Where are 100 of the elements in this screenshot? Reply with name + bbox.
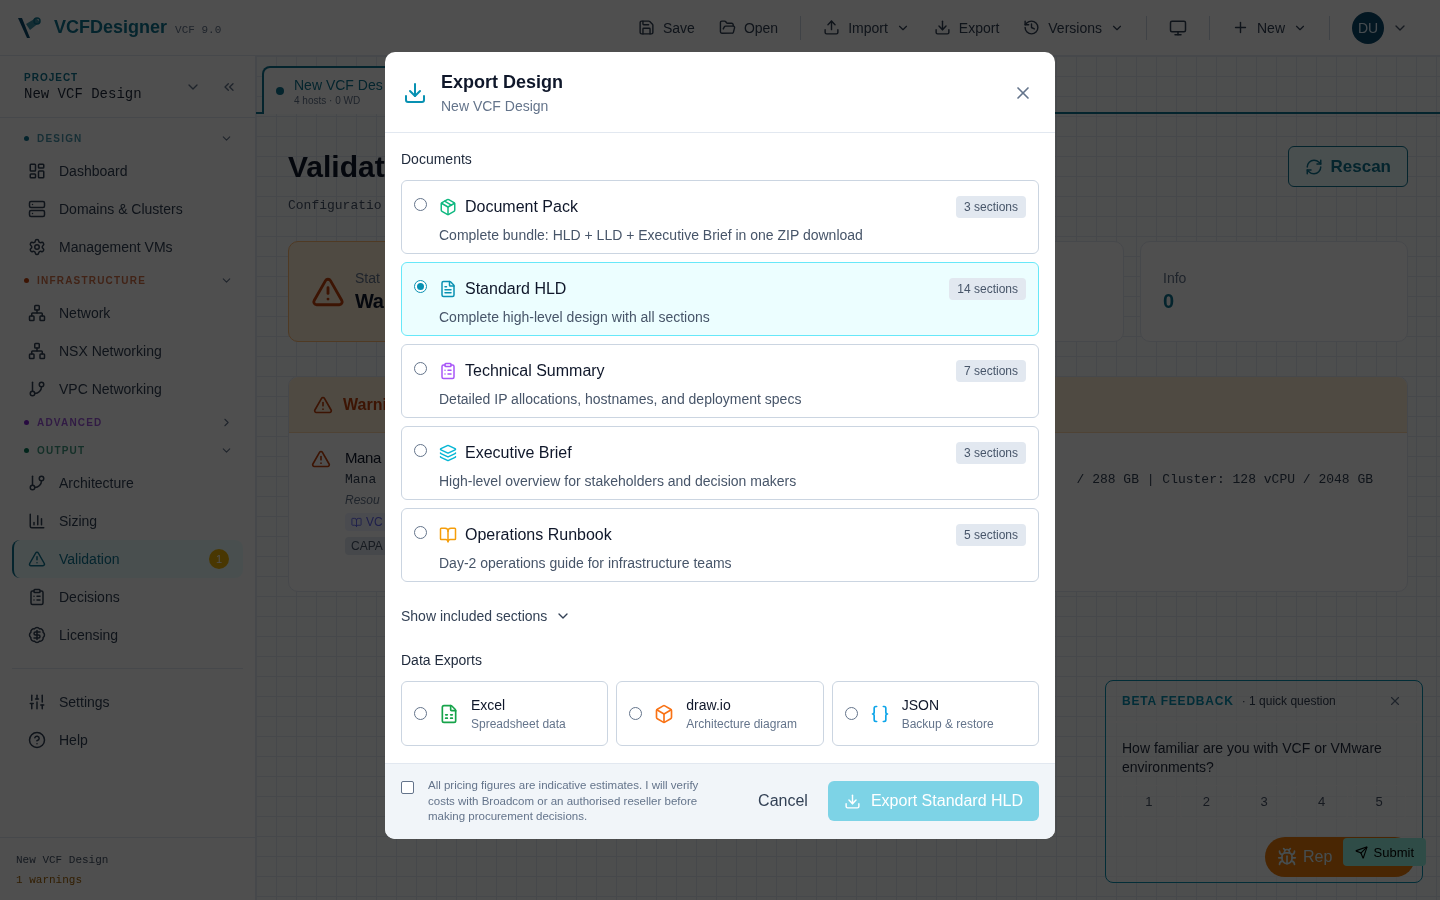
toolbar-button[interactable]: Import [813,11,920,44]
option-description: Day-2 operations guide for infrastructure teams [439,555,733,571]
radio-button[interactable] [844,707,858,720]
section-dot [24,136,29,141]
network-icon [28,342,46,360]
book-icon [351,516,362,528]
section-header[interactable]: OUTPUT [0,436,255,464]
section-dot [24,420,29,425]
download-icon [843,792,861,810]
project-label: PROJECT [24,71,80,83]
section-header[interactable]: INFRASTRUCTURE [0,266,255,294]
upload-icon [823,19,841,36]
option-title: Document Pack [465,198,579,216]
spreadsheet-icon [439,703,459,724]
sidebar-item[interactable]: Domains & Clusters [12,190,243,228]
document-icon [439,280,457,298]
branch-icon [28,474,46,492]
layers-icon [439,444,457,462]
rating-button[interactable]: 4 [1294,784,1349,819]
show-sections-toggle[interactable]: Show included sections [401,608,572,624]
sidebar-item[interactable]: Management VMs [12,228,243,266]
rescan-button[interactable]: Rescan [1287,146,1408,187]
feedback-title: BETA FEEDBACK [1122,694,1234,708]
branch-icon [28,380,46,398]
monitor-icon [1169,18,1187,37]
submit-button[interactable]: Submit [1342,838,1426,866]
section-label: Data Exports [401,652,483,668]
stat-value: 0 [1163,290,1175,313]
radio-button[interactable] [414,198,427,211]
sidebar-item[interactable]: Dashboard [12,152,243,190]
warning-icon [313,394,333,415]
radio-button[interactable] [414,707,427,720]
option-description: Detailed IP allocations, hostnames, and deployment specs [439,391,803,407]
option-title: Technical Summary [465,362,606,380]
option-title: Operations Runbook [465,526,613,544]
sidebar-item[interactable]: Architecture [12,464,243,502]
rating-button[interactable]: 5 [1352,784,1406,819]
sidebar-item[interactable]: Settings [12,683,243,721]
bar-chart-icon [28,512,46,530]
option-title: Standard HLD [465,280,568,298]
gear-icon [28,238,46,256]
document-option[interactable]: Technical Summary 7 sections Detailed IP allocations, hostnames, and deployment specs [401,344,1039,418]
download-icon [403,81,427,105]
server-icon [28,200,46,218]
document-option[interactable]: Standard HLD 14 sections Complete high-level design with all sections [401,262,1039,336]
rating-button[interactable]: 1 [1122,784,1176,819]
cancel-button[interactable]: Cancel [752,784,814,819]
user-avatar[interactable]: DU [1352,11,1384,44]
sidebar-item[interactable]: Sizing [12,502,243,540]
warning-icon [28,550,46,568]
sidebar-item[interactable]: NSX Networking [12,332,243,370]
network-icon [28,304,46,322]
plus-icon [1232,19,1249,36]
radio-button[interactable] [414,362,427,375]
app-name: VCFDesigner [54,17,168,38]
export-option[interactable]: Excel Spreadsheet data [401,681,609,746]
sidebar-item[interactable]: Help [12,721,243,759]
logo-icon [16,15,42,40]
option-title: JSON [901,696,940,713]
export-option[interactable]: draw.io Architecture diagram [616,681,824,746]
issue-title: Mana [345,449,381,466]
disclaimer-text: All pricing figures are indicative estimates. I will verify costs with Broadcom or an authorised reseller before making procurement decisions. [428,778,700,825]
document-option[interactable]: Operations Runbook 5 sections Day-2 operations guide for infrastructure teams [401,508,1039,582]
save-icon [637,19,655,36]
section-count: 3 sections [955,442,1026,464]
clipboard-icon [28,588,46,606]
document-option[interactable]: Executive Brief 3 sections High-level overview for stakeholders and decision makers [401,426,1039,500]
section-label: Documents [401,151,473,167]
toolbar-button[interactable]: Export [923,11,1010,44]
issue-detail: / 288 GB | Cluster: 128 vCPU / 2048 GB [1076,472,1373,487]
sidebar-item[interactable]: Validation 1 [12,540,243,578]
bug-icon [1277,847,1297,867]
toolbar-button[interactable]: Versions [1013,11,1134,44]
toolbar-button[interactable]: Save [627,11,705,44]
radio-button[interactable] [414,280,427,293]
radio-button[interactable] [414,526,427,539]
project-name: New VCF Design [24,85,143,102]
radio-button[interactable] [414,444,427,457]
page-title: Validat [288,150,385,184]
toolbar-button[interactable]: New [1222,11,1317,44]
rating-button[interactable]: 2 [1179,784,1234,819]
section-count: 3 sections [955,196,1026,218]
sidebar-item[interactable]: Decisions [12,578,243,616]
export-option[interactable]: JSON Backup & restore [831,681,1039,746]
sidebar-item[interactable]: VPC Networking [12,370,243,408]
option-description: Spreadsheet data [471,716,566,731]
toolbar-button[interactable]: Open [708,11,789,44]
option-title: Executive Brief [465,444,573,462]
radio-button[interactable] [629,707,643,720]
feedback-question: How familiar are you with VCF or VMware environments? [1121,739,1383,777]
document-option[interactable]: Document Pack 3 sections Complete bundle: HLD + LLD + Executive Brief in one ZIP download [401,180,1039,254]
settings-icon [28,693,46,711]
sidebar-item[interactable]: Network [12,294,243,332]
section-count: 7 sections [955,360,1026,382]
panel-title: Warni [343,395,387,414]
section-header[interactable]: DESIGN [0,124,255,152]
stat-value: Wa [355,290,384,313]
sidebar-item[interactable]: Licensing [12,616,243,654]
checkbox[interactable] [401,781,414,794]
rating-button[interactable]: 3 [1237,784,1291,819]
